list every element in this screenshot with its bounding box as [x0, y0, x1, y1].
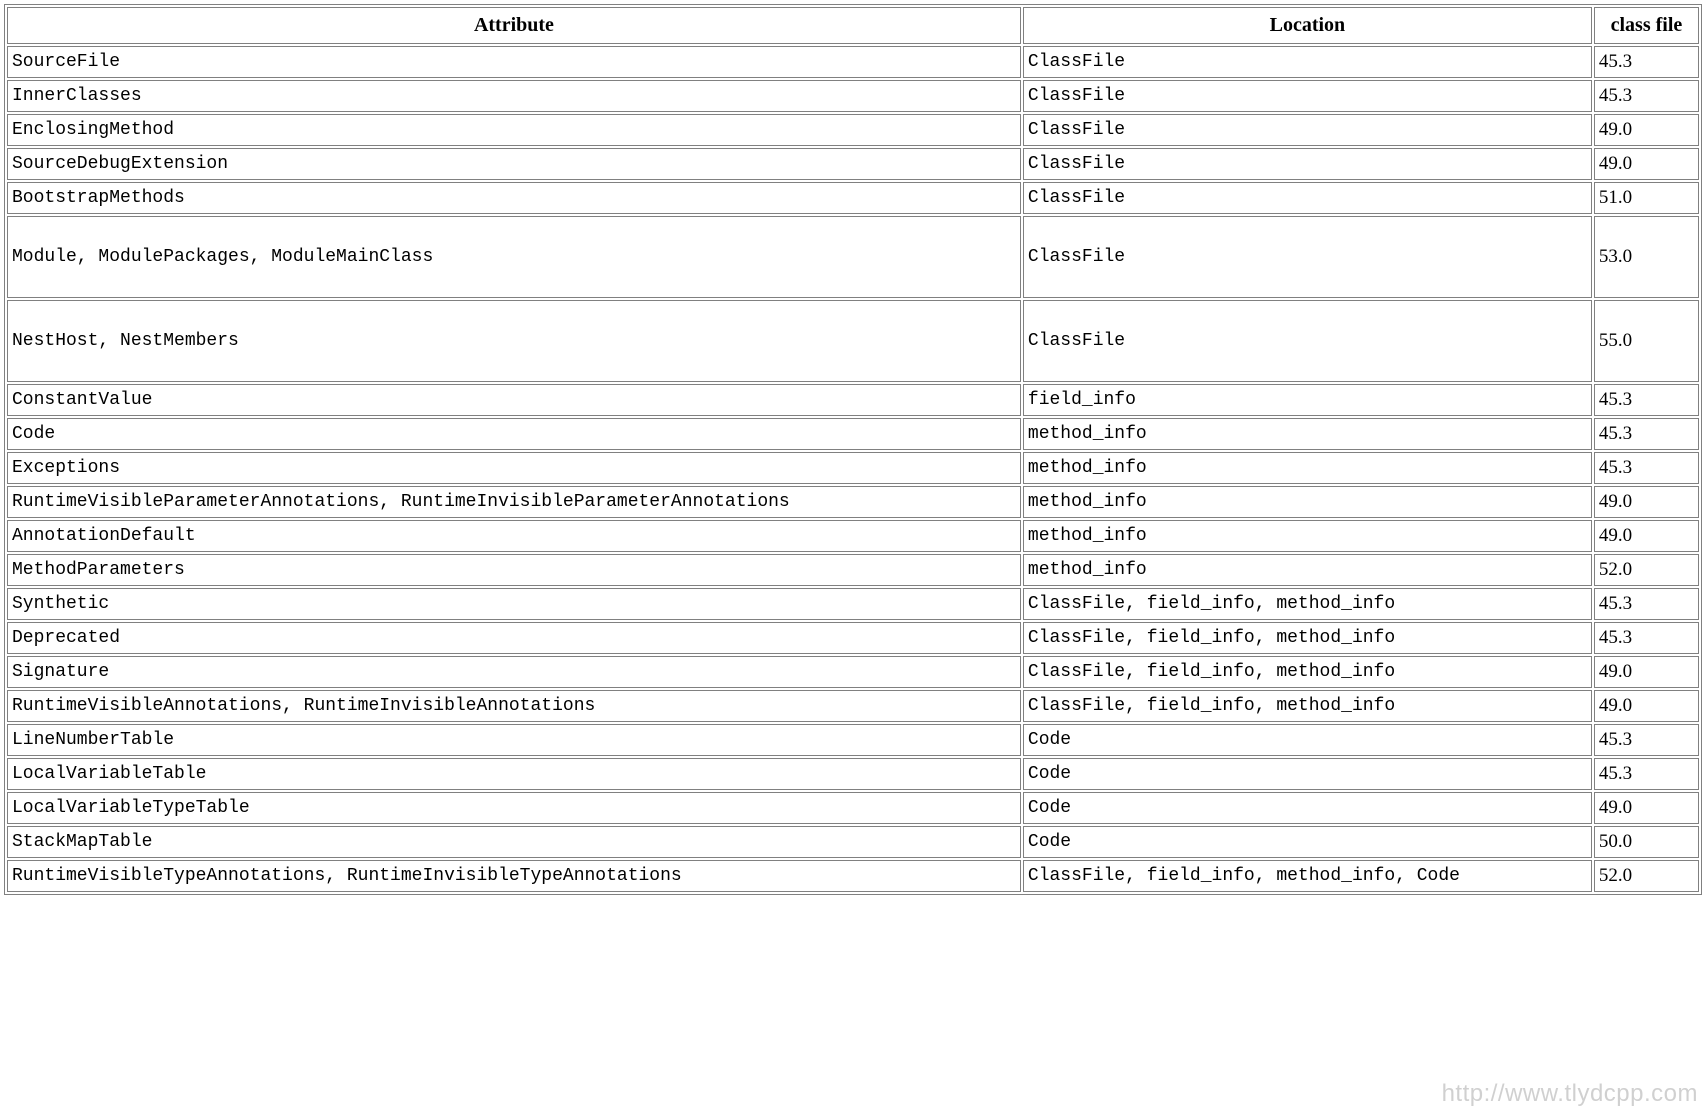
table-row: LineNumberTableCode45.3	[7, 724, 1699, 756]
cell-attribute: Module, ModulePackages, ModuleMainClass	[7, 216, 1021, 298]
cell-location: ClassFile	[1023, 182, 1592, 214]
cell-classfile: 53.0	[1594, 216, 1699, 298]
cell-attribute: RuntimeVisibleAnnotations, RuntimeInvisi…	[7, 690, 1021, 722]
cell-classfile: 45.3	[1594, 724, 1699, 756]
cell-attribute: LocalVariableTable	[7, 758, 1021, 790]
cell-classfile: 49.0	[1594, 690, 1699, 722]
cell-location: Code	[1023, 724, 1592, 756]
cell-classfile: 45.3	[1594, 384, 1699, 416]
cell-classfile: 49.0	[1594, 520, 1699, 552]
cell-location: Code	[1023, 826, 1592, 858]
cell-classfile: 45.3	[1594, 758, 1699, 790]
cell-classfile: 49.0	[1594, 114, 1699, 146]
cell-classfile: 52.0	[1594, 554, 1699, 586]
table-row: NestHost, NestMembersClassFile55.0	[7, 300, 1699, 382]
cell-attribute: LineNumberTable	[7, 724, 1021, 756]
cell-classfile: 45.3	[1594, 46, 1699, 78]
cell-location: Code	[1023, 758, 1592, 790]
cell-classfile: 45.3	[1594, 80, 1699, 112]
attributes-table: Attribute Location class file SourceFile…	[4, 4, 1702, 895]
header-classfile: class file	[1594, 7, 1699, 44]
cell-location: ClassFile, field_info, method_info, Code	[1023, 860, 1592, 892]
cell-location: ClassFile	[1023, 46, 1592, 78]
table-row: RuntimeVisibleParameterAnnotations, Runt…	[7, 486, 1699, 518]
table-row: SourceDebugExtensionClassFile49.0	[7, 148, 1699, 180]
cell-attribute: Signature	[7, 656, 1021, 688]
cell-attribute: SourceDebugExtension	[7, 148, 1021, 180]
cell-attribute: SourceFile	[7, 46, 1021, 78]
table-row: AnnotationDefaultmethod_info49.0	[7, 520, 1699, 552]
cell-location: method_info	[1023, 418, 1592, 450]
header-location: Location	[1023, 7, 1592, 44]
table-row: RuntimeVisibleAnnotations, RuntimeInvisi…	[7, 690, 1699, 722]
cell-attribute: ConstantValue	[7, 384, 1021, 416]
cell-location: ClassFile	[1023, 114, 1592, 146]
cell-classfile: 49.0	[1594, 486, 1699, 518]
cell-classfile: 49.0	[1594, 148, 1699, 180]
watermark-text: http://www.tlydcpp.com	[1442, 1080, 1698, 1108]
table-row: Codemethod_info45.3	[7, 418, 1699, 450]
cell-location: ClassFile	[1023, 216, 1592, 298]
table-row: LocalVariableTypeTableCode49.0	[7, 792, 1699, 824]
table-row: ConstantValuefield_info45.3	[7, 384, 1699, 416]
cell-location: ClassFile	[1023, 300, 1592, 382]
cell-attribute: Deprecated	[7, 622, 1021, 654]
cell-attribute: StackMapTable	[7, 826, 1021, 858]
table-row: BootstrapMethodsClassFile51.0	[7, 182, 1699, 214]
table-row: StackMapTableCode50.0	[7, 826, 1699, 858]
cell-attribute: RuntimeVisibleParameterAnnotations, Runt…	[7, 486, 1021, 518]
cell-classfile: 50.0	[1594, 826, 1699, 858]
cell-location: field_info	[1023, 384, 1592, 416]
table-row: MethodParametersmethod_info52.0	[7, 554, 1699, 586]
cell-attribute: EnclosingMethod	[7, 114, 1021, 146]
cell-classfile: 45.3	[1594, 588, 1699, 620]
cell-classfile: 45.3	[1594, 452, 1699, 484]
cell-location: ClassFile, field_info, method_info	[1023, 656, 1592, 688]
table-row: SourceFileClassFile45.3	[7, 46, 1699, 78]
cell-attribute: LocalVariableTypeTable	[7, 792, 1021, 824]
table-row: Exceptionsmethod_info45.3	[7, 452, 1699, 484]
table-row: LocalVariableTableCode45.3	[7, 758, 1699, 790]
cell-location: method_info	[1023, 452, 1592, 484]
cell-attribute: MethodParameters	[7, 554, 1021, 586]
table-row: EnclosingMethodClassFile49.0	[7, 114, 1699, 146]
header-attribute: Attribute	[7, 7, 1021, 44]
cell-classfile: 45.3	[1594, 418, 1699, 450]
table-row: RuntimeVisibleTypeAnnotations, RuntimeIn…	[7, 860, 1699, 892]
cell-attribute: BootstrapMethods	[7, 182, 1021, 214]
cell-location: Code	[1023, 792, 1592, 824]
cell-attribute: Code	[7, 418, 1021, 450]
table-header-row: Attribute Location class file	[7, 7, 1699, 44]
cell-attribute: RuntimeVisibleTypeAnnotations, RuntimeIn…	[7, 860, 1021, 892]
cell-classfile: 49.0	[1594, 656, 1699, 688]
cell-location: method_info	[1023, 520, 1592, 552]
cell-attribute: InnerClasses	[7, 80, 1021, 112]
cell-classfile: 45.3	[1594, 622, 1699, 654]
table-row: DeprecatedClassFile, field_info, method_…	[7, 622, 1699, 654]
cell-classfile: 51.0	[1594, 182, 1699, 214]
table-row: Module, ModulePackages, ModuleMainClassC…	[7, 216, 1699, 298]
cell-location: ClassFile, field_info, method_info	[1023, 588, 1592, 620]
cell-location: ClassFile	[1023, 80, 1592, 112]
cell-attribute: Exceptions	[7, 452, 1021, 484]
cell-classfile: 52.0	[1594, 860, 1699, 892]
cell-location: method_info	[1023, 486, 1592, 518]
table-row: SyntheticClassFile, field_info, method_i…	[7, 588, 1699, 620]
table-row: SignatureClassFile, field_info, method_i…	[7, 656, 1699, 688]
cell-location: ClassFile, field_info, method_info	[1023, 622, 1592, 654]
cell-location: method_info	[1023, 554, 1592, 586]
table-body: SourceFileClassFile45.3InnerClassesClass…	[7, 46, 1699, 892]
cell-attribute: Synthetic	[7, 588, 1021, 620]
table-row: InnerClassesClassFile45.3	[7, 80, 1699, 112]
cell-attribute: NestHost, NestMembers	[7, 300, 1021, 382]
cell-location: ClassFile	[1023, 148, 1592, 180]
cell-classfile: 49.0	[1594, 792, 1699, 824]
cell-location: ClassFile, field_info, method_info	[1023, 690, 1592, 722]
cell-classfile: 55.0	[1594, 300, 1699, 382]
cell-attribute: AnnotationDefault	[7, 520, 1021, 552]
